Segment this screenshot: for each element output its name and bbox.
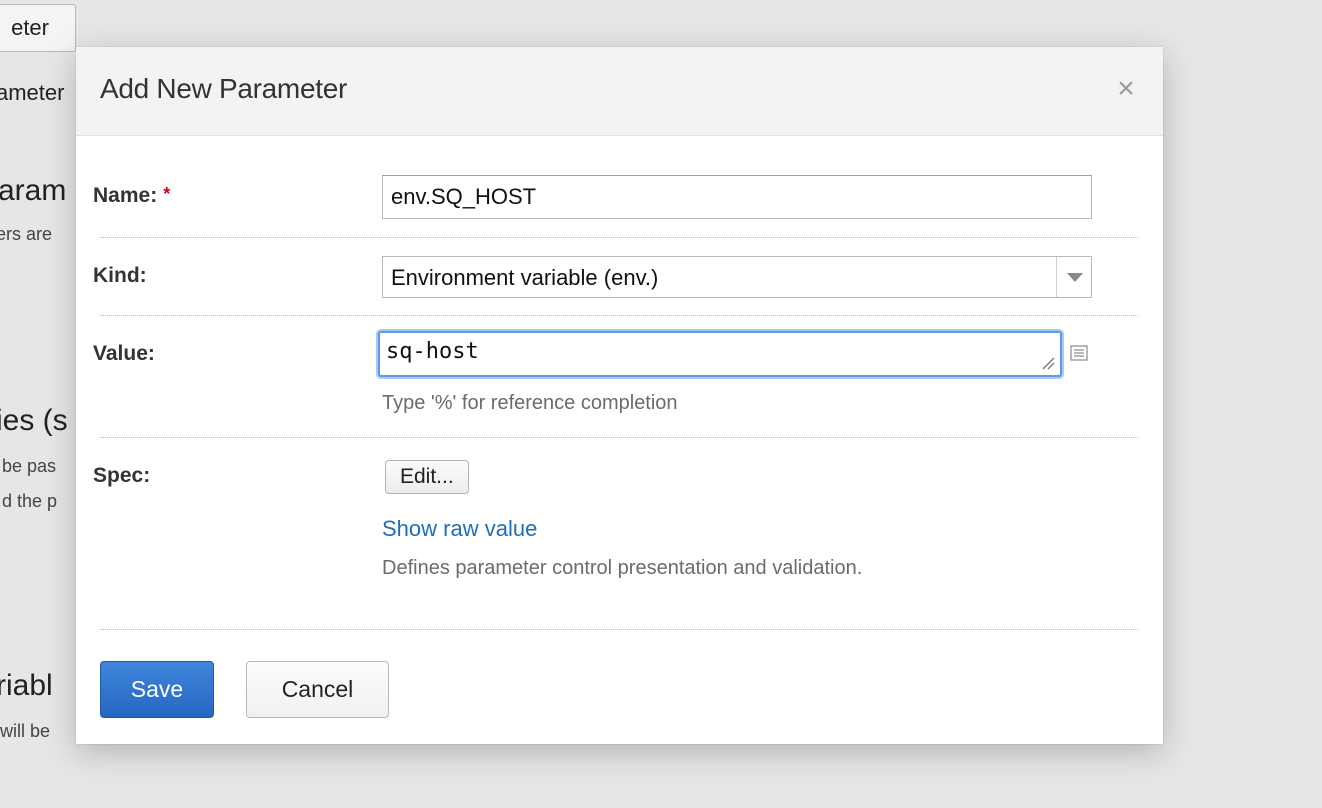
name-label-text: Name:: [93, 184, 158, 207]
value-label: Value:: [93, 342, 155, 365]
name-label: Name: *: [93, 184, 170, 208]
background-text: ers are: [0, 224, 53, 244]
chevron-down-icon[interactable]: [1056, 257, 1091, 297]
value-hint: Type '%' for reference completion: [382, 392, 678, 414]
required-marker: *: [163, 184, 171, 204]
cancel-button[interactable]: Cancel: [246, 661, 389, 718]
row-divider: [100, 315, 1138, 316]
row-divider: [100, 437, 1138, 438]
kind-label: Kind:: [93, 264, 147, 287]
value-textarea[interactable]: sq-host: [378, 331, 1062, 377]
row-divider: [100, 629, 1138, 630]
edit-spec-button[interactable]: Edit...: [385, 460, 469, 494]
close-icon[interactable]: ×: [1111, 74, 1141, 104]
background-heading: aram: [0, 174, 67, 207]
add-parameter-dialog: Add New Parameter × Name:* Kind: Environ…: [76, 47, 1163, 744]
background-button[interactable]: eter: [0, 4, 76, 52]
background-text: be pas: [2, 456, 57, 476]
save-button[interactable]: Save: [100, 661, 214, 718]
background-text: ameter: [0, 80, 65, 105]
kind-selected-value: Environment variable (env.): [391, 265, 659, 290]
expand-editor-icon[interactable]: [1070, 345, 1088, 361]
spec-hint: Defines parameter control presentation a…: [382, 557, 863, 579]
background-heading: riabl: [0, 669, 53, 702]
background-heading: ies (s: [0, 404, 68, 437]
background-text: d the p: [2, 491, 58, 511]
name-input[interactable]: [382, 175, 1092, 219]
background-text: will be: [0, 721, 51, 741]
row-divider: [100, 237, 1138, 238]
dialog-title: Add New Parameter: [100, 73, 348, 104]
spec-label: Spec:: [93, 464, 151, 487]
kind-select[interactable]: Environment variable (env.): [382, 256, 1092, 298]
dialog-header: Add New Parameter ×: [76, 47, 1163, 136]
show-raw-value-link[interactable]: Show raw value: [382, 516, 537, 542]
